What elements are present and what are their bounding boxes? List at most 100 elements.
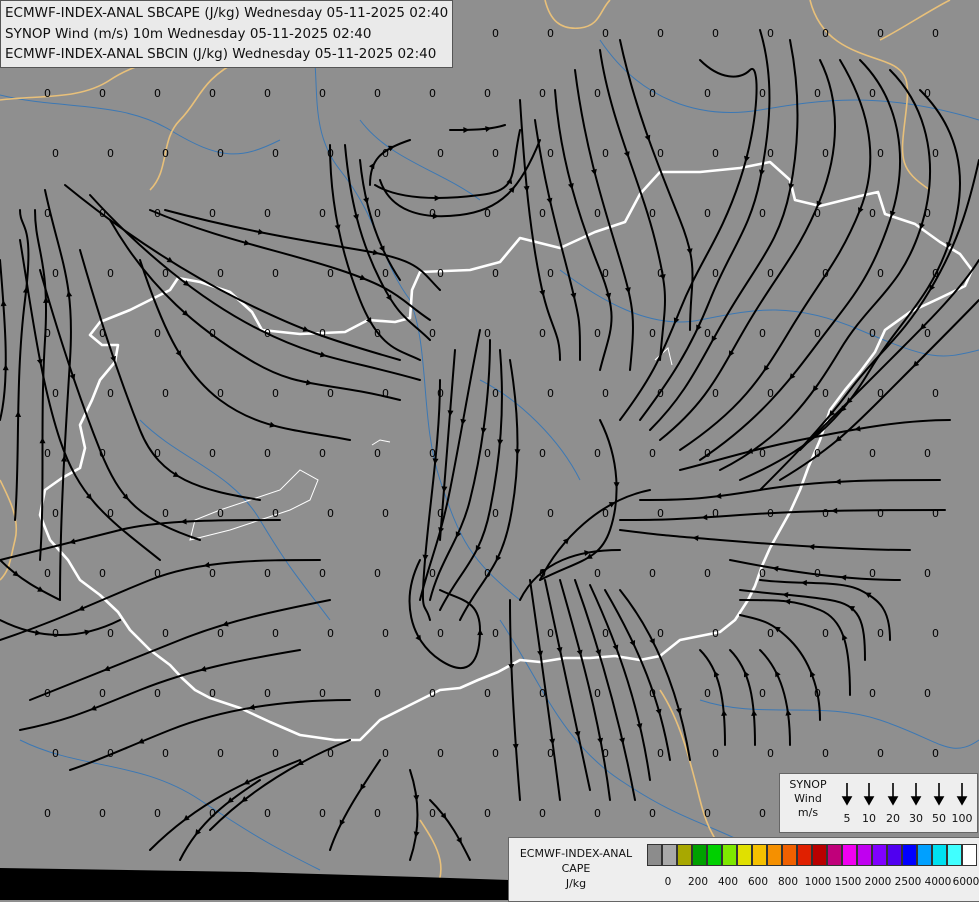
- cape-grid-value: 0: [822, 507, 829, 520]
- cape-grid-value: 0: [932, 627, 939, 640]
- cape-grid-value: 0: [44, 687, 51, 700]
- synop-value: 30: [909, 812, 923, 825]
- cape-grid-value: 0: [327, 147, 334, 160]
- cape-grid-value: 0: [594, 807, 601, 820]
- cape-color-swatch: [677, 844, 692, 866]
- cape-grid-value: 0: [327, 747, 334, 760]
- cape-tick-label: 600: [747, 876, 769, 888]
- cape-grid-value: 0: [484, 807, 491, 820]
- cape-color-swatch: [722, 844, 737, 866]
- cape-legend-unit: J/kg: [565, 877, 587, 890]
- cape-grid-value: 0: [217, 747, 224, 760]
- cape-grid-value: 0: [932, 147, 939, 160]
- cape-grid-value: 0: [272, 747, 279, 760]
- cape-tick-label: 6000: [952, 876, 979, 888]
- cape-color-swatch: [827, 844, 842, 866]
- cape-grid-value: 0: [107, 747, 114, 760]
- cape-grid-value: 0: [594, 327, 601, 340]
- cape-grid-value: 0: [162, 747, 169, 760]
- cape-grid-value: 0: [264, 807, 271, 820]
- cape-grid-value: 0: [272, 507, 279, 520]
- cape-grid-value: 0: [814, 207, 821, 220]
- cape-grid-value: 0: [704, 327, 711, 340]
- cape-color-swatch: [917, 844, 932, 866]
- cape-grid-value: 0: [107, 507, 114, 520]
- cape-color-swatch: [767, 844, 782, 866]
- cape-tick-label: 0: [664, 876, 672, 888]
- cape-grid-value: 0: [44, 207, 51, 220]
- cape-grid-value: 0: [437, 507, 444, 520]
- cape-grid-value: 0: [712, 27, 719, 40]
- cape-color-swatch: [812, 844, 827, 866]
- cape-grid-value: 0: [547, 267, 554, 280]
- cape-grid-value: 0: [217, 507, 224, 520]
- cape-grid-value: 0: [602, 387, 609, 400]
- cape-grid-value: 0: [649, 567, 656, 580]
- cape-color-swatch: [932, 844, 947, 866]
- cape-grid-value: 0: [492, 387, 499, 400]
- cape-grid-value: 0: [374, 87, 381, 100]
- cape-grid-value: 0: [814, 447, 821, 460]
- cape-grid-value: 0: [374, 567, 381, 580]
- cape-color-swatch: [737, 844, 752, 866]
- synop-value: 50: [932, 812, 946, 825]
- synop-value: 10: [862, 812, 876, 825]
- cape-grid-value: 0: [759, 687, 766, 700]
- cape-grid-value: 0: [932, 387, 939, 400]
- cape-grid-value: 0: [217, 147, 224, 160]
- cape-grid-value: 0: [822, 147, 829, 160]
- cape-grid-value: 0: [759, 87, 766, 100]
- cape-grid-value: 0: [602, 627, 609, 640]
- cape-grid-value: 0: [602, 267, 609, 280]
- cape-grid-value: 0: [932, 507, 939, 520]
- cape-grid-value: 0: [154, 447, 161, 460]
- synop-legend-subtitle: Wind: [794, 792, 822, 805]
- cape-grid-value: 0: [209, 327, 216, 340]
- cape-grid-value: 0: [44, 807, 51, 820]
- cape-grid-value: 0: [767, 147, 774, 160]
- cape-grid-value: 0: [704, 687, 711, 700]
- cape-grid-value: 0: [869, 687, 876, 700]
- cape-grid-value: 0: [704, 567, 711, 580]
- cape-grid-value: 0: [924, 87, 931, 100]
- cape-grid-value: 0: [539, 447, 546, 460]
- cape-grid-value: 0: [869, 207, 876, 220]
- cape-grid-value: 0: [814, 327, 821, 340]
- cape-grid-value: 0: [869, 327, 876, 340]
- cape-grid-value: 0: [657, 627, 664, 640]
- cape-grid-value: 0: [822, 747, 829, 760]
- cape-grid-value: 0: [264, 447, 271, 460]
- cape-grid-value: 0: [869, 567, 876, 580]
- cape-tick-label: 400: [717, 876, 739, 888]
- cape-grid-value: 0: [264, 87, 271, 100]
- cape-grid-value: 0: [712, 387, 719, 400]
- cape-grid-value: 0: [382, 627, 389, 640]
- cape-grid-value: 0: [492, 147, 499, 160]
- cape-grid-value: 0: [99, 327, 106, 340]
- cape-tick-label: 800: [777, 876, 799, 888]
- cape-grid-value: 0: [877, 507, 884, 520]
- cape-color-swatch: [692, 844, 707, 866]
- cape-grid-value: 0: [547, 27, 554, 40]
- cape-grid-value: 0: [704, 87, 711, 100]
- cape-grid-value: 0: [877, 747, 884, 760]
- cape-grid-value: 0: [924, 327, 931, 340]
- cape-color-swatch: [887, 844, 902, 866]
- cape-grid-value: 0: [382, 387, 389, 400]
- cape-grid-value: 0: [547, 627, 554, 640]
- cape-grid-value: 0: [869, 447, 876, 460]
- cape-grid-value: 0: [99, 567, 106, 580]
- cape-grid-value: 0: [814, 687, 821, 700]
- cape-grid-value: 0: [877, 267, 884, 280]
- synop-value: 5: [843, 812, 851, 825]
- cape-legend-label: ECMWF-INDEX-ANAL CAPE J/kg: [509, 846, 643, 891]
- cape-grid-value: 0: [877, 627, 884, 640]
- cape-grid-value: 0: [932, 27, 939, 40]
- cape-grid-value: 0: [657, 387, 664, 400]
- cape-grid-value: 0: [154, 687, 161, 700]
- cape-grid-value: 0: [492, 27, 499, 40]
- arrow-down-icon: [841, 796, 853, 806]
- title-synop-wind: SYNOP Wind (m/s) 10m Wednesday 05-11-202…: [5, 25, 372, 42]
- cape-grid-value: 0: [924, 687, 931, 700]
- cape-grid-value: 0: [869, 87, 876, 100]
